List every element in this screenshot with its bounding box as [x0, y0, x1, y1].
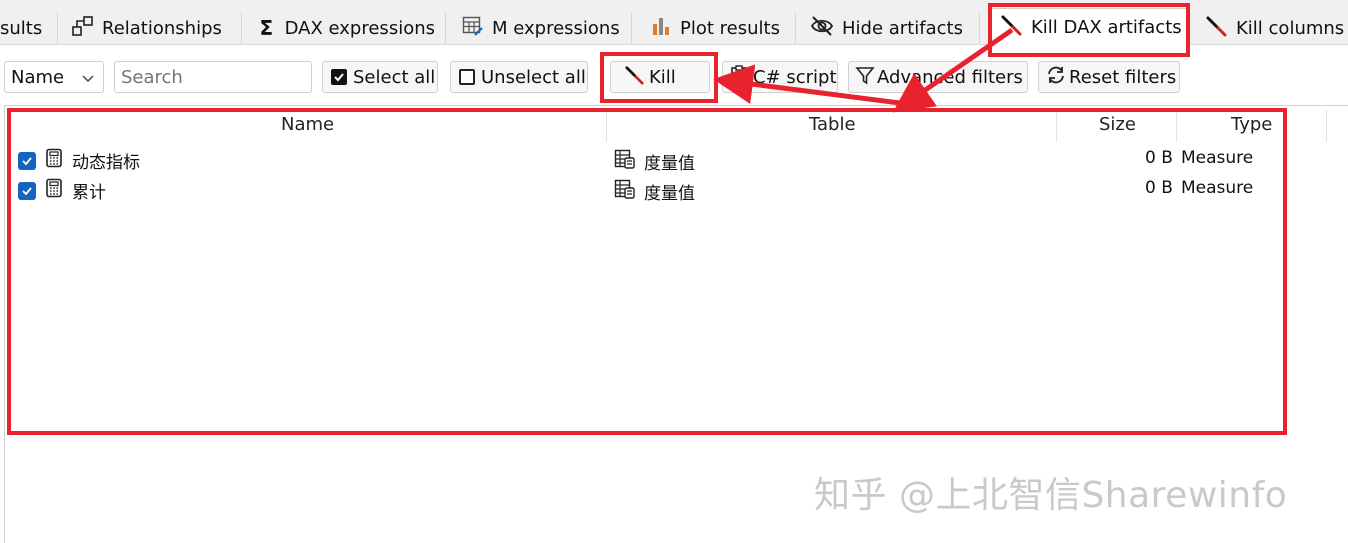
arrow-to-kill-button — [713, 64, 901, 106]
arrow-to-grid — [892, 27, 1014, 113]
watermark: 知乎 @上北智信Sharewinfo — [814, 475, 1288, 516]
annotation-arrows — [713, 27, 1014, 113]
